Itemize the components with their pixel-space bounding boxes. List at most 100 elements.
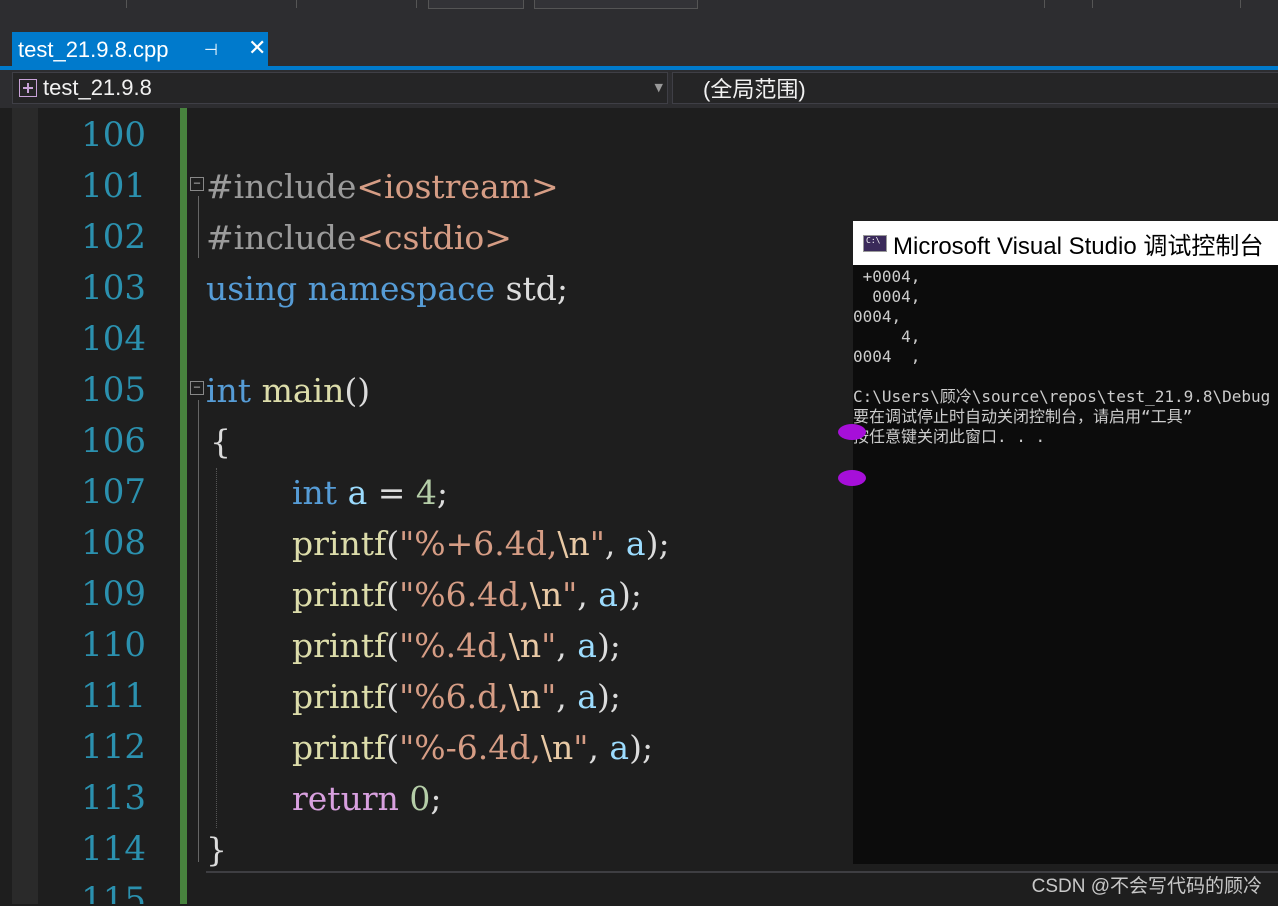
scope-dropdown[interactable]: (全局范围) bbox=[672, 72, 1278, 104]
punctuation: ); bbox=[596, 626, 621, 665]
number-literal: 0 bbox=[409, 779, 431, 818]
selection-handle-top[interactable] bbox=[838, 424, 866, 440]
variable: a bbox=[625, 524, 646, 563]
project-name: test_21.9.8 bbox=[43, 75, 152, 100]
function-name: printf bbox=[292, 728, 387, 767]
line-number: 105 bbox=[81, 370, 146, 410]
pin-icon[interactable]: ⊣ bbox=[204, 40, 218, 59]
string-literal: " bbox=[573, 728, 589, 767]
console-app-icon bbox=[863, 234, 887, 252]
top-toolbar bbox=[0, 0, 1278, 30]
console-line: +0004, bbox=[853, 267, 921, 286]
console-line: 0004, bbox=[853, 287, 921, 306]
console-output: +0004, 0004, 0004, 4, 0004 , C:\Users\顾冷… bbox=[853, 265, 1278, 864]
line-number: 101 bbox=[81, 166, 146, 206]
toolbar-separator bbox=[1092, 0, 1093, 8]
keyword: namespace bbox=[307, 269, 496, 308]
close-icon[interactable]: ✕ bbox=[248, 36, 266, 61]
keyword: using bbox=[206, 269, 298, 308]
line-number: 103 bbox=[81, 268, 146, 308]
escape-sequence: \n bbox=[540, 728, 574, 767]
line-number: 106 bbox=[81, 421, 146, 461]
escape-sequence: \n bbox=[557, 524, 590, 563]
code-text: #include<iostream> bbox=[206, 161, 559, 212]
code-text: printf("%6.d,\n", a); bbox=[292, 671, 621, 722]
number-literal: 4 bbox=[415, 473, 437, 512]
watermark: CSDN @不会写代码的顾冷 bbox=[1031, 876, 1262, 897]
code-text: printf("%6.4d,\n", a); bbox=[292, 569, 642, 620]
code-line: 101 − #include<iostream> bbox=[0, 161, 1278, 212]
variable: a bbox=[577, 677, 597, 716]
variable: a bbox=[609, 728, 630, 767]
console-line: 要在调试停止时自动关闭控制台，请启用“工具” bbox=[853, 407, 1193, 426]
code-text: } bbox=[206, 830, 227, 869]
console-line: 0004, bbox=[853, 307, 902, 326]
code-text: int a = 4; bbox=[292, 467, 448, 518]
code-text: int main() bbox=[206, 365, 370, 416]
punctuation: ( bbox=[386, 677, 400, 716]
tab-test-cpp[interactable]: test_21.9.8.cpp ⊣ ✕ bbox=[12, 32, 268, 68]
function-name: printf bbox=[292, 524, 387, 563]
preprocessor: #include bbox=[206, 218, 357, 257]
string-literal: " bbox=[541, 626, 557, 665]
console-title-bar[interactable]: Microsoft Visual Studio 调试控制台 bbox=[853, 221, 1278, 265]
collapse-icon[interactable]: − bbox=[190, 177, 204, 191]
punctuation: , bbox=[556, 626, 578, 665]
string-literal: "%-6.4d, bbox=[399, 728, 541, 767]
variable: a bbox=[598, 575, 618, 614]
toolbar-separator bbox=[1240, 0, 1241, 8]
console-line: 按任意键关闭此窗口. . . bbox=[853, 427, 1046, 446]
chevron-down-icon: ▼ bbox=[654, 81, 663, 94]
tab-title: test_21.9.8.cpp bbox=[18, 37, 169, 62]
selection-handle-bottom[interactable] bbox=[838, 470, 866, 486]
code-text: printf("%-6.4d,\n", a); bbox=[292, 722, 653, 773]
line-number: 113 bbox=[81, 778, 146, 818]
keyword: int bbox=[292, 473, 338, 512]
function-name: main bbox=[261, 371, 345, 410]
punctuation: ; bbox=[430, 779, 442, 818]
punctuation: , bbox=[588, 728, 610, 767]
escape-sequence: \n bbox=[529, 575, 563, 614]
code-line: 100 bbox=[0, 110, 1278, 161]
line-number: 110 bbox=[81, 625, 146, 665]
variable: a bbox=[577, 626, 597, 665]
preprocessor: #include bbox=[206, 167, 357, 206]
function-name: printf bbox=[292, 677, 387, 716]
toolbar-separator bbox=[126, 0, 127, 8]
punctuation: ); bbox=[629, 728, 654, 767]
code-rest: () bbox=[344, 371, 371, 410]
code-text: { bbox=[210, 422, 231, 461]
debug-console-window[interactable]: Microsoft Visual Studio 调试控制台 +0004, 000… bbox=[853, 221, 1278, 864]
string-literal: " bbox=[589, 524, 605, 563]
punctuation: ( bbox=[386, 575, 400, 614]
operator: = bbox=[367, 473, 416, 512]
variable: a bbox=[347, 473, 368, 512]
code-text: printf("%.4d,\n", a); bbox=[292, 620, 621, 671]
punctuation: ); bbox=[596, 677, 621, 716]
string-literal: "%.4d, bbox=[399, 626, 509, 665]
punctuation: , bbox=[604, 524, 626, 563]
collapse-icon[interactable]: − bbox=[190, 381, 204, 395]
toolbar-dropdown[interactable] bbox=[428, 0, 524, 9]
code-text: printf("%+6.4d,\n", a); bbox=[292, 518, 670, 569]
console-line: 4, bbox=[853, 327, 921, 346]
string-literal: "%6.d, bbox=[399, 677, 509, 716]
punctuation: ; bbox=[436, 473, 449, 512]
string-literal: "%6.4d, bbox=[399, 575, 530, 614]
toolbar-dropdown[interactable] bbox=[534, 0, 698, 9]
punctuation: ( bbox=[386, 626, 400, 665]
scope-name: (全局范围) bbox=[703, 77, 806, 102]
code-text: return 0; bbox=[292, 773, 441, 824]
code-rest: std; bbox=[495, 269, 569, 308]
line-number: 109 bbox=[81, 574, 146, 614]
project-dropdown[interactable]: test_21.9.8 ▼ bbox=[12, 72, 668, 104]
toolbar-separator bbox=[416, 0, 417, 8]
line-number: 107 bbox=[81, 472, 146, 512]
punctuation: , bbox=[556, 677, 578, 716]
code-text: using namespace std; bbox=[206, 263, 568, 314]
line-number: 112 bbox=[81, 727, 146, 767]
string-literal: " bbox=[541, 677, 557, 716]
console-title: Microsoft Visual Studio 调试控制台 bbox=[893, 232, 1264, 260]
console-line: 0004 , bbox=[853, 347, 921, 366]
punctuation: ); bbox=[645, 524, 670, 563]
